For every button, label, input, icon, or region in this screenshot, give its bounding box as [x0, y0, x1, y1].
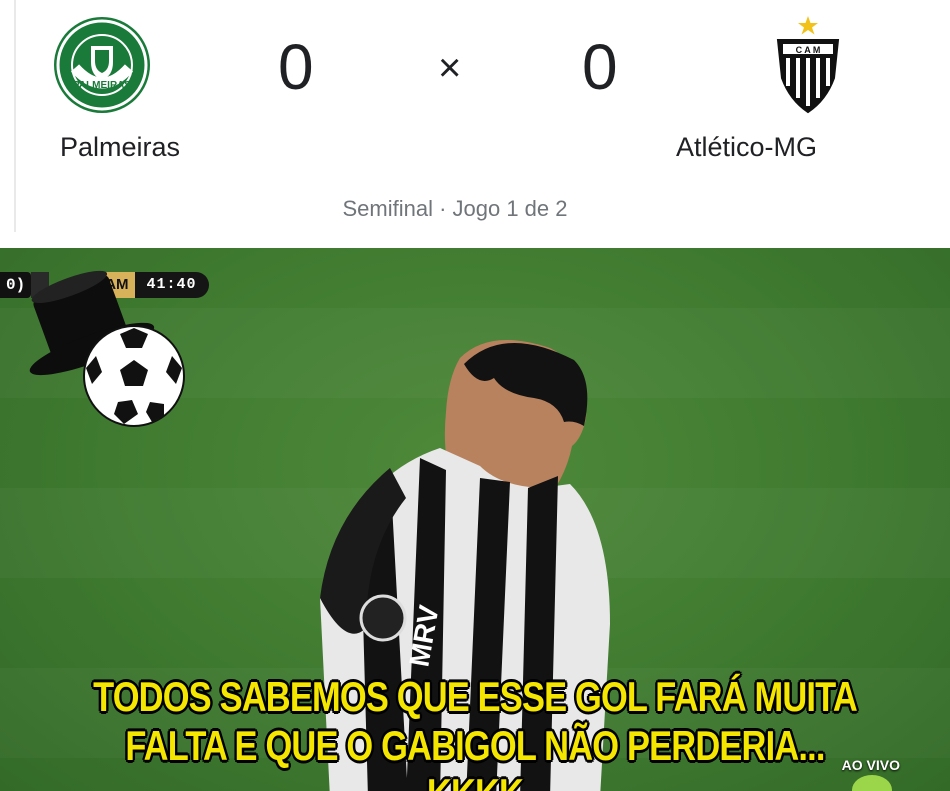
- match-scorecard: PALMEIRAS Palmeiras 0 × 0 C A M Atlético…: [0, 0, 950, 248]
- match-stage-label: Semifinal · Jogo 1 de 2: [342, 196, 568, 221]
- away-score: 0: [582, 31, 618, 103]
- broadcast-frame: 0) AM 41:40 MRV TODOS SABEMOS QUE ESSE G…: [0, 248, 950, 791]
- home-team-name[interactable]: Palmeiras: [60, 132, 180, 163]
- atletico-mg-crest-icon[interactable]: C A M: [775, 14, 841, 116]
- meme-caption-line-1: TODOS SABEMOS QUE ESSE GOL FARÁ MUITA: [93, 673, 858, 720]
- atletico-logo-text: C A M: [796, 45, 821, 55]
- palmeiras-logo-text: PALMEIRAS: [73, 80, 131, 91]
- top-hat-football-icon: [29, 270, 185, 427]
- away-team-name[interactable]: Atlético-MG: [676, 132, 817, 163]
- score-separator: ×: [438, 46, 462, 90]
- meme-caption-line-2: FALTA E QUE O GABIGOL NÃO PERDERIA... KK…: [125, 722, 825, 791]
- palmeiras-crest-icon[interactable]: PALMEIRAS: [53, 16, 151, 114]
- live-indicator: AO VIVO: [841, 757, 900, 773]
- home-score: 0: [278, 31, 314, 103]
